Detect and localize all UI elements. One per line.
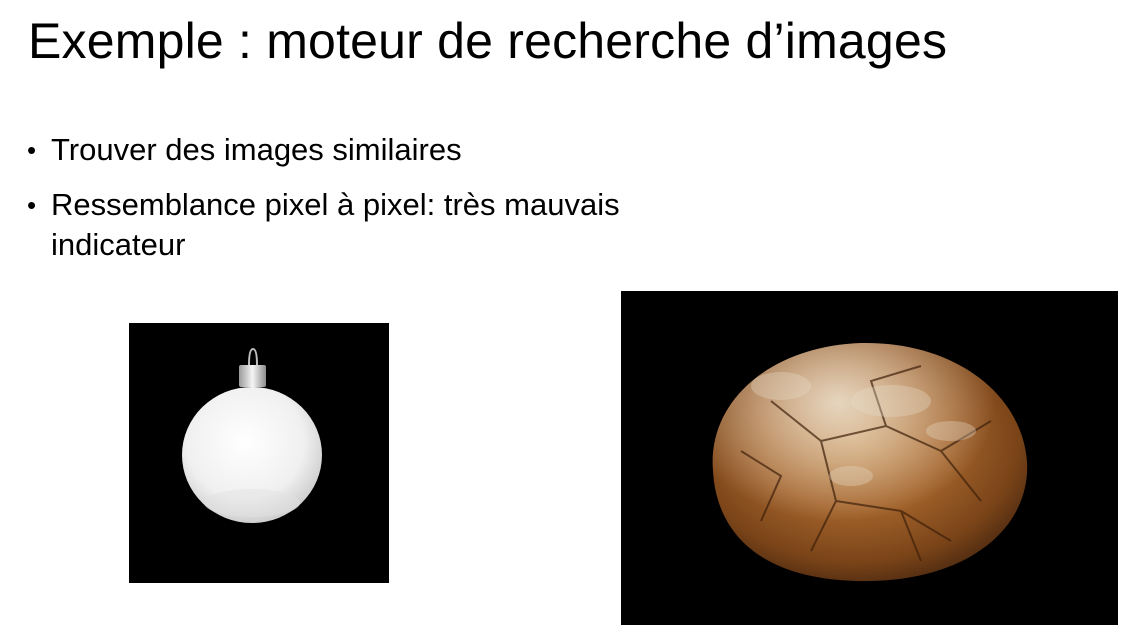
bullet-text: Trouver des images similaires <box>51 132 462 167</box>
bullet-marker: • <box>27 190 37 220</box>
bullet-text: Ressemblance pixel à pixel: très mauvais… <box>51 187 620 262</box>
bullet-marker: • <box>27 135 37 165</box>
bullet-item-similar-images: • Trouver des images similaires <box>27 130 707 170</box>
bread-image <box>621 291 1118 625</box>
ornament-illustration <box>129 323 389 583</box>
bread-illustration <box>621 291 1118 625</box>
bullet-item-pixel-resemblance: • Ressemblance pixel à pixel: très mauva… <box>27 185 707 265</box>
slide-title: Exemple : moteur de recherche d’images <box>28 13 948 69</box>
bullet-list: • Trouver des images similaires • Ressem… <box>27 130 707 280</box>
ornament-image <box>129 323 389 583</box>
